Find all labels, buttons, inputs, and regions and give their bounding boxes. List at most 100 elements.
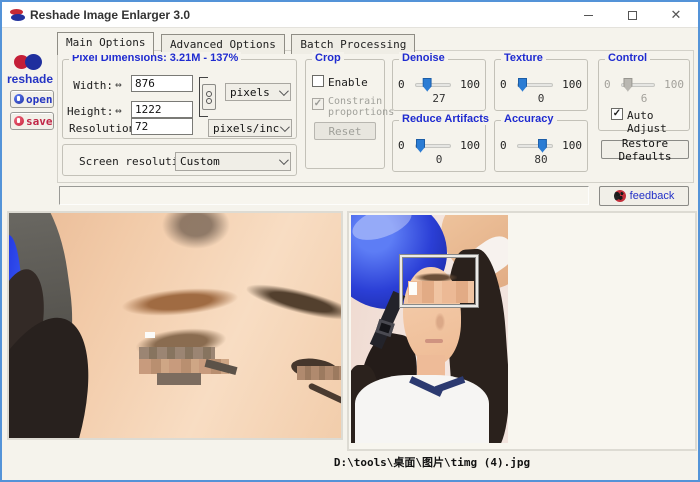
save-button-label: save xyxy=(26,115,53,128)
progress-bar xyxy=(59,186,589,205)
app-window: Reshade Image Enlarger 3.0 ✕ reshade ope… xyxy=(0,0,700,482)
restore-defaults-button[interactable]: Restore Defaults xyxy=(601,140,689,159)
close-icon: ✕ xyxy=(671,8,682,23)
tab-advanced-options[interactable]: Advanced Options xyxy=(161,34,285,54)
pixels-unit-dropdown[interactable]: pixels xyxy=(225,83,291,101)
control-slider-track xyxy=(621,83,655,87)
height-input[interactable] xyxy=(131,101,193,118)
resolution-input[interactable] xyxy=(131,118,193,135)
nose-shadow-art xyxy=(435,313,445,331)
screen-resolution-group: Screen resolution Custom xyxy=(62,144,297,176)
chevron-down-icon xyxy=(279,86,289,96)
eyebrow-art xyxy=(120,284,240,320)
control-group: Control 0 100 6 ✓ Auto Adjust xyxy=(598,59,690,131)
tab-main-options[interactable]: Main Options xyxy=(57,32,154,55)
resolution-unit-dropdown[interactable]: pixels/inch xyxy=(208,119,292,137)
crop-enable-checkbox[interactable]: ✓ xyxy=(312,75,324,87)
reduce-artifacts-title: Reduce Artifacts xyxy=(399,113,492,125)
maximize-icon xyxy=(628,11,637,20)
feedback-button[interactable]: feedback xyxy=(599,186,689,206)
control-slider-thumb xyxy=(623,78,632,92)
save-icon xyxy=(14,116,24,126)
crop-group: Crop ✓ Enable ✓ Constrain proportions Re… xyxy=(305,59,385,169)
control-min: 0 xyxy=(604,78,616,91)
source-image-panel[interactable] xyxy=(347,211,697,451)
width-label: Width: xyxy=(67,79,113,92)
brand-name: reshade xyxy=(6,72,54,86)
eyebrow-art xyxy=(244,278,341,326)
save-button[interactable]: save xyxy=(10,112,54,130)
chain-link-icon xyxy=(206,98,212,104)
mouth-art xyxy=(425,339,443,343)
control-title: Control xyxy=(605,52,650,64)
texture-max: 100 xyxy=(558,78,582,91)
close-button[interactable]: ✕ xyxy=(654,2,698,28)
eyelash-art xyxy=(308,382,341,405)
tab-strip: Main Options Advanced Options Batch Proc… xyxy=(57,32,417,51)
minimize-button[interactable] xyxy=(566,2,610,28)
zoom-selection-rectangle[interactable] xyxy=(400,255,478,307)
crop-title: Crop xyxy=(312,52,344,64)
auto-adjust-checkbox[interactable]: ✓ xyxy=(611,108,623,120)
glitch-highlight-art xyxy=(145,332,155,338)
source-photo xyxy=(351,215,508,443)
constrain-proportions-label: Constrain proportions xyxy=(328,96,382,118)
accuracy-title: Accuracy xyxy=(501,113,557,125)
reshade-logo-icon xyxy=(12,54,48,71)
open-button[interactable]: open xyxy=(10,90,54,108)
tab-batch-processing[interactable]: Batch Processing xyxy=(291,34,415,54)
denoise-value: 27 xyxy=(393,92,485,105)
denoise-slider-thumb[interactable] xyxy=(423,78,432,92)
accuracy-slider-thumb[interactable] xyxy=(538,139,547,153)
denoise-group: Denoise 0 100 27 xyxy=(392,59,486,111)
reduce-artifacts-value: 0 xyxy=(393,153,485,166)
control-max: 100 xyxy=(660,78,684,91)
hair-wisp-art xyxy=(159,213,233,251)
screen-resolution-value: Custom xyxy=(180,155,279,168)
texture-value: 0 xyxy=(495,92,587,105)
accuracy-max: 100 xyxy=(558,139,582,152)
denoise-max: 100 xyxy=(456,78,480,91)
chain-link-icon xyxy=(206,91,212,97)
height-resize-icon: ⇔ xyxy=(115,104,122,117)
crop-enable-label: Enable xyxy=(328,76,368,89)
chevron-down-icon xyxy=(279,155,289,165)
minimize-icon xyxy=(584,15,593,16)
width-input[interactable] xyxy=(131,75,193,92)
reduce-artifacts-slider-track[interactable] xyxy=(415,144,451,148)
constrain-proportions-checkbox: ✓ xyxy=(312,98,324,110)
file-path-text: D:\tools\桌面\图片\timg (4).jpg xyxy=(332,454,532,470)
accuracy-group: Accuracy 0 100 80 xyxy=(494,120,588,172)
reduce-artifacts-min: 0 xyxy=(398,139,410,152)
denoise-slider-track[interactable] xyxy=(415,83,451,87)
zoom-preview-panel[interactable] xyxy=(7,211,343,440)
title-bar[interactable]: Reshade Image Enlarger 3.0 ✕ xyxy=(2,2,698,28)
link-dimensions-toggle[interactable] xyxy=(202,84,216,110)
reduce-artifacts-slider-thumb[interactable] xyxy=(416,139,425,153)
pixels-unit-value: pixels xyxy=(230,86,279,99)
reduce-artifacts-group: Reduce Artifacts 0 100 0 xyxy=(392,120,486,172)
zoomed-face-image xyxy=(9,213,341,438)
control-value: 6 xyxy=(599,92,689,105)
ladybug-icon xyxy=(614,190,626,202)
texture-slider-track[interactable] xyxy=(517,83,553,87)
open-button-label: open xyxy=(26,93,53,106)
glitch-block-art xyxy=(157,373,201,385)
height-label: Height: xyxy=(67,105,113,118)
texture-title: Texture xyxy=(501,52,546,64)
texture-min: 0 xyxy=(500,78,512,91)
accuracy-value: 80 xyxy=(495,153,587,166)
accuracy-slider-track[interactable] xyxy=(517,144,553,148)
resolution-label: Resolution xyxy=(69,122,135,135)
texture-slider-thumb[interactable] xyxy=(518,78,527,92)
screen-resolution-dropdown[interactable]: Custom xyxy=(175,152,291,171)
denoise-title: Denoise xyxy=(399,52,448,64)
auto-adjust-label: Auto Adjust xyxy=(627,109,689,135)
maximize-button[interactable] xyxy=(610,2,654,28)
window-title: Reshade Image Enlarger 3.0 xyxy=(30,8,190,22)
feedback-label: feedback xyxy=(630,190,675,202)
glitch-block-art xyxy=(297,366,341,380)
denoise-min: 0 xyxy=(398,78,410,91)
texture-group: Texture 0 100 0 xyxy=(494,59,588,111)
pixel-dimensions-group: Pixel Dimensions: 3.21M - 137% Width: ⇔ … xyxy=(62,59,297,139)
